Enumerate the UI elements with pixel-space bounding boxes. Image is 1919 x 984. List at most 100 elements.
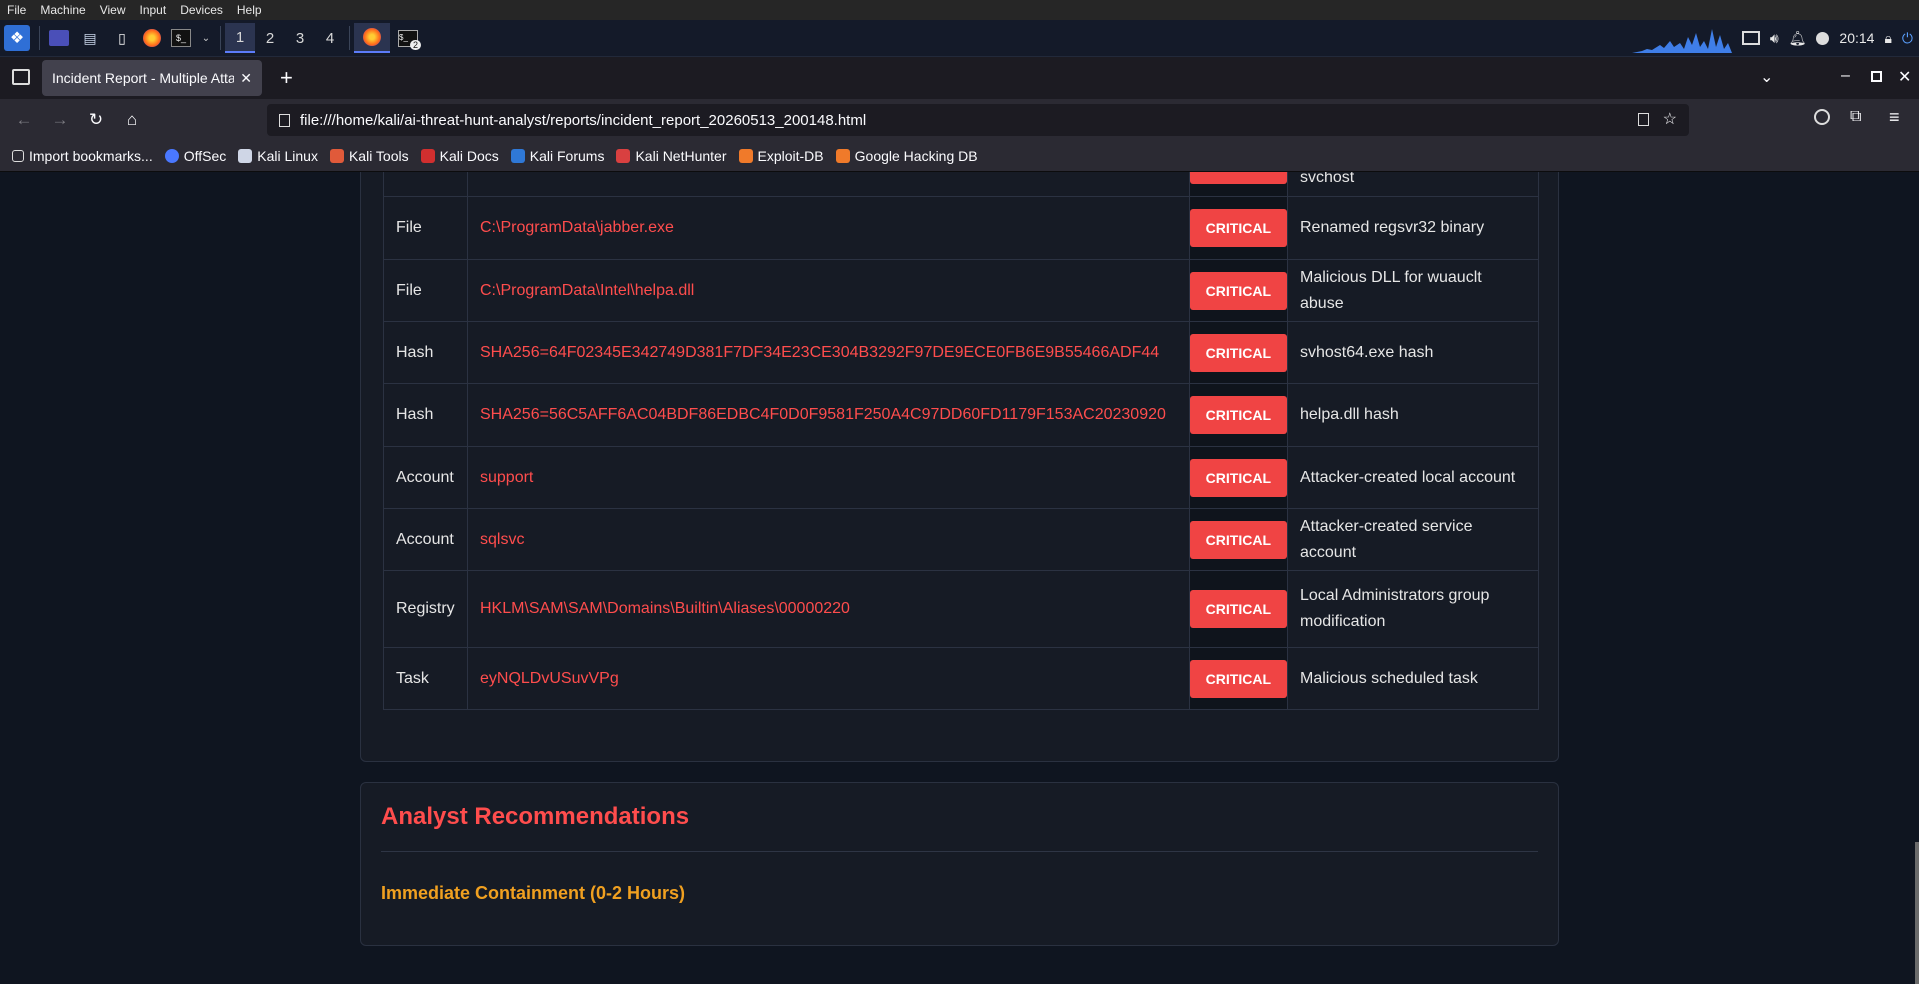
table-row: Hash SHA256=64F02345E342749D381F7DF34E23C…: [383, 321, 1539, 384]
ioc-description-cell: Attacker-created service account: [1287, 508, 1539, 571]
bookmark-google-hacking-db[interactable]: Google Hacking DB: [835, 148, 978, 164]
kali-forums-icon: [510, 149, 525, 163]
panel-clock[interactable]: 20:14: [1839, 30, 1874, 46]
text-editor-icon[interactable]: ▯: [111, 27, 133, 49]
app-menu-icon[interactable]: ≡: [1889, 107, 1900, 128]
ioc-description-cell: Attacker-created local account: [1287, 446, 1539, 509]
new-tab-button[interactable]: +: [280, 65, 293, 91]
taskbar-terminal-window[interactable]: $_ 2: [390, 23, 426, 53]
table-row: File C:\ProgramData\Intel\helpa.dll CRITIC…: [383, 259, 1539, 322]
ioc-type-cell: Registry: [383, 570, 468, 648]
tab-close-icon[interactable]: ✕: [240, 70, 252, 87]
vm-menu-machine[interactable]: Machine: [33, 3, 92, 17]
ioc-type-cell: File: [383, 259, 468, 322]
ioc-card: Filesvhost64.exeCRITICALMalware masquera…: [360, 172, 1559, 762]
minimize-window-icon[interactable]: –: [1841, 67, 1850, 85]
workspace-3[interactable]: 3: [285, 23, 315, 53]
page-info-icon[interactable]: [279, 113, 290, 127]
reader-view-icon[interactable]: [1638, 113, 1649, 126]
bookmark-offsec[interactable]: OffSec: [164, 148, 226, 164]
ioc-type-cell: Hash: [383, 383, 468, 447]
back-button[interactable]: ←: [8, 104, 40, 136]
kali-docs-icon: [420, 149, 435, 163]
ioc-value-cell: SHA256=64F02345E342749D381F7DF34E23CE304…: [467, 321, 1190, 384]
show-desktop-icon[interactable]: [49, 30, 69, 46]
ioc-value-cell: SHA256=56C5AFF6AC04BDF86EDBC4F0D0F9581F2…: [467, 383, 1190, 447]
bookmark-exploit-db[interactable]: Exploit-DB: [738, 148, 824, 164]
critical-badge: CRITICAL: [1189, 172, 1287, 184]
table-row: Registry HKLM\SAM\SAM\Domains\Builtin\Ali…: [383, 570, 1539, 648]
bookmark-kali-tools[interactable]: Kali Tools: [329, 148, 409, 164]
vm-menu-file[interactable]: File: [0, 3, 33, 17]
severity-cell: CRITICAL: [1188, 446, 1289, 509]
severity-cell: CRITICAL: [1188, 647, 1289, 710]
ioc-type-cell: File: [383, 196, 468, 260]
lock-screen-icon[interactable]: 🔒︎: [1884, 30, 1891, 47]
severity-cell: CRITICAL: [1188, 259, 1289, 322]
firefox-launcher-icon[interactable]: [143, 29, 161, 47]
ioc-type-cell: Task: [383, 647, 468, 710]
page-scrollbar[interactable]: [1915, 842, 1919, 984]
vm-menu-view[interactable]: View: [93, 3, 133, 17]
critical-badge: CRITICAL: [1189, 590, 1287, 628]
bookmark-kali-linux[interactable]: Kali Linux: [238, 148, 318, 164]
critical-badge: CRITICAL: [1189, 520, 1287, 559]
table-row: Hash SHA256=56C5AFF6AC04BDF86EDBC4F0D0F95…: [383, 383, 1539, 447]
firefox-view-icon[interactable]: [12, 69, 30, 85]
ioc-value-cell: eyNQLDvUSuvVPg: [467, 647, 1190, 710]
table-row: Filesvhost64.exeCRITICALMalware masquera…: [383, 172, 1539, 197]
tab-incident-report[interactable]: Incident Report - Multiple Attack ✕: [42, 60, 262, 96]
url-bar[interactable]: file:///home/kali/ai-threat-hunt-analyst…: [267, 104, 1689, 136]
power-icon[interactable]: ⏻: [1902, 30, 1913, 47]
reload-button[interactable]: ↻: [80, 104, 112, 136]
url-text[interactable]: file:///home/kali/ai-threat-hunt-analyst…: [300, 112, 866, 129]
notification-bell-icon[interactable]: 🔔︎: [1789, 30, 1807, 47]
vm-menu-devices[interactable]: Devices: [173, 3, 230, 17]
extensions-icon[interactable]: ⧉: [1850, 108, 1861, 126]
section-title: Analyst Recommendations: [381, 803, 690, 830]
severity-cell: CRITICAL: [1188, 508, 1289, 571]
table-row: File C:\ProgramData\jabber.exe CRITICAL Ren…: [383, 196, 1539, 260]
close-window-icon[interactable]: ✕: [1898, 67, 1911, 87]
ioc-value-cell: C:\ProgramData\Intel\helpa.dll: [467, 259, 1190, 322]
window-count-badge: 2: [409, 40, 421, 50]
bookmark-import[interactable]: Import bookmarks...: [12, 148, 153, 164]
panel-separator: [349, 26, 350, 50]
bookmark-kali-nethunter[interactable]: Kali NetHunter: [616, 148, 727, 164]
home-button[interactable]: ⌂: [116, 104, 148, 136]
update-indicator-icon[interactable]: [1816, 31, 1830, 45]
workspace-4[interactable]: 4: [315, 23, 345, 53]
ioc-table: Filesvhost64.exeCRITICALMalware masquera…: [383, 172, 1539, 710]
vm-menu-input[interactable]: Input: [133, 3, 174, 17]
nethunter-icon: [616, 149, 631, 163]
severity-cell: CRITICAL: [1188, 172, 1289, 197]
workspace-1[interactable]: 1: [225, 23, 255, 53]
chevron-down-icon[interactable]: ⌄: [201, 27, 211, 49]
kali-dragon-icon: [238, 149, 253, 163]
maximize-window-icon[interactable]: [1871, 71, 1882, 82]
page-content: Filesvhost64.exeCRITICALMalware masquera…: [0, 172, 1919, 984]
browser-navbar: ← → ↻ ⌂ file:///home/kali/ai-threat-hunt…: [0, 99, 1919, 141]
account-icon[interactable]: [1814, 109, 1830, 125]
panel-separator: [220, 26, 221, 50]
file-manager-icon[interactable]: ▤: [79, 27, 101, 49]
ioc-type-cell: Account: [383, 446, 468, 509]
list-all-tabs-icon[interactable]: ⌄: [1760, 67, 1773, 87]
ioc-description-cell: Malicious DLL for wuauclt abuse: [1287, 259, 1539, 322]
table-row: Account sqlsvc CRITICAL Attacker-created se…: [383, 508, 1539, 571]
volume-icon[interactable]: 🔊︎: [1770, 30, 1779, 47]
forward-button[interactable]: →: [44, 104, 76, 136]
vm-menu-help[interactable]: Help: [230, 3, 269, 17]
kali-menu-icon[interactable]: ❖: [4, 25, 30, 51]
critical-badge: CRITICAL: [1189, 209, 1287, 247]
browser-tabbar: Incident Report - Multiple Attack ✕ + ⌄ …: [0, 57, 1919, 99]
display-icon[interactable]: [1741, 31, 1760, 45]
critical-badge: CRITICAL: [1189, 333, 1287, 372]
bookmark-kali-forums[interactable]: Kali Forums: [510, 148, 604, 164]
ioc-value-cell: svhost64.exe: [467, 172, 1190, 197]
bookmark-kali-docs[interactable]: Kali Docs: [420, 148, 499, 164]
workspace-2[interactable]: 2: [255, 23, 285, 53]
taskbar-firefox-window[interactable]: [354, 23, 390, 53]
bookmark-star-icon[interactable]: ☆: [1663, 109, 1677, 129]
terminal-launcher-icon[interactable]: $_: [171, 29, 191, 47]
